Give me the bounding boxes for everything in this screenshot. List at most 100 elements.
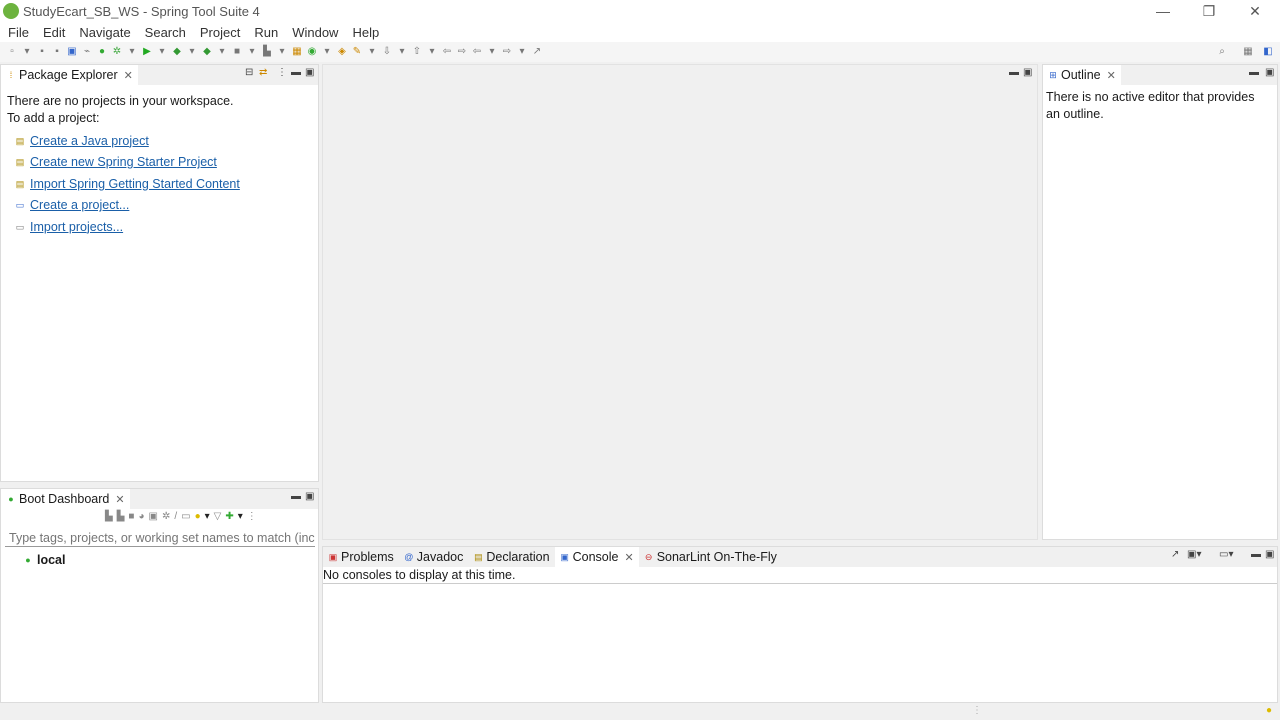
tab-boot-dashboard[interactable]: ● Boot Dashboard ✕: [1, 489, 130, 509]
dropdown-icon[interactable]: ▾: [276, 46, 288, 58]
console-icon[interactable]: ▣: [149, 511, 158, 522]
tab-package-explorer[interactable]: ⁞ Package Explorer ✕: [1, 65, 138, 85]
dropdown-icon[interactable]: ▾: [238, 511, 243, 522]
menu-search[interactable]: Search: [145, 25, 186, 40]
view-menu-icon[interactable]: ⋮: [277, 67, 287, 78]
filter-input[interactable]: [5, 529, 315, 547]
open-perspective-icon[interactable]: ▦: [1242, 46, 1254, 58]
open-browser-icon[interactable]: ◕: [138, 511, 144, 522]
maximize-icon[interactable]: ▣: [1265, 549, 1274, 560]
minimize-icon[interactable]: ▬: [291, 67, 301, 78]
menu-run[interactable]: Run: [254, 25, 278, 40]
external-tools-icon[interactable]: ◆: [201, 46, 213, 58]
save-icon[interactable]: ▪: [36, 46, 48, 58]
tab-outline[interactable]: ⊞ Outline ✕: [1043, 65, 1121, 85]
pin-editor-icon[interactable]: ↗: [531, 46, 543, 58]
open-type-icon[interactable]: ◈: [336, 46, 348, 58]
search-tool-icon[interactable]: ✎: [351, 46, 363, 58]
dropdown-icon[interactable]: ▾: [21, 46, 33, 58]
search-icon[interactable]: ⌕: [1216, 46, 1228, 58]
bulb-icon[interactable]: ●: [195, 511, 201, 522]
create-java-project-link[interactable]: Create a Java project: [30, 134, 149, 148]
dropdown-icon[interactable]: ▾: [156, 46, 168, 58]
collapse-all-icon[interactable]: ⊟: [245, 67, 253, 78]
maximize-icon[interactable]: ▣: [305, 491, 314, 502]
new-class-icon[interactable]: ◉: [306, 46, 318, 58]
back-icon[interactable]: ⇦: [471, 46, 483, 58]
tab-sonarlint[interactable]: ⊖SonarLint On-The-Fly: [639, 547, 782, 567]
tab-console[interactable]: ▣Console✕: [555, 547, 639, 567]
save-all-icon[interactable]: ▪: [51, 46, 63, 58]
properties-icon[interactable]: ✲: [162, 511, 170, 522]
next-edit-icon[interactable]: ⇨: [456, 46, 468, 58]
menu-edit[interactable]: Edit: [43, 25, 65, 40]
local-target[interactable]: ● local: [23, 553, 66, 567]
open-console-icon[interactable]: ▭▾: [1219, 549, 1233, 560]
boot-icon[interactable]: ●: [96, 46, 108, 58]
maximize-icon[interactable]: ▣: [305, 67, 314, 78]
dropdown-icon[interactable]: ▾: [516, 46, 528, 58]
menu-file[interactable]: File: [8, 25, 29, 40]
dropdown-icon[interactable]: ▾: [186, 46, 198, 58]
maximize-icon[interactable]: ▣: [1023, 67, 1032, 78]
create-project-link[interactable]: Create a project...: [30, 198, 129, 212]
edit-icon[interactable]: /: [174, 511, 177, 522]
tab-declaration[interactable]: ▤Declaration: [468, 547, 554, 567]
view-menu-icon[interactable]: ⋮: [247, 511, 257, 522]
tab-problems[interactable]: ▣Problems: [323, 547, 399, 567]
import-projects-link[interactable]: Import projects...: [30, 220, 123, 234]
start-icon[interactable]: ▙: [105, 511, 113, 522]
menu-window[interactable]: Window: [292, 25, 338, 40]
dropdown-icon[interactable]: ▾: [486, 46, 498, 58]
close-button[interactable]: ✕: [1232, 0, 1278, 22]
prev-annotation-icon[interactable]: ⇧: [411, 46, 423, 58]
debug-icon[interactable]: ✲: [111, 46, 123, 58]
minimize-icon[interactable]: ▬: [291, 491, 301, 502]
display-console-icon[interactable]: ▣▾: [1187, 549, 1201, 560]
stop-icon[interactable]: ■: [231, 46, 243, 58]
dropdown-icon[interactable]: ▾: [426, 46, 438, 58]
dropdown-icon[interactable]: ▾: [321, 46, 333, 58]
menu-navigate[interactable]: Navigate: [79, 25, 130, 40]
add-icon[interactable]: ✚: [225, 511, 233, 522]
close-icon[interactable]: ✕: [124, 69, 133, 82]
server-icon[interactable]: ▙: [261, 46, 273, 58]
skip-breakpoints-icon[interactable]: ⌁: [81, 46, 93, 58]
minimize-icon[interactable]: ▬: [1251, 549, 1261, 560]
tip-bulb-icon[interactable]: ●: [1266, 705, 1272, 716]
coverage-icon[interactable]: ◆: [171, 46, 183, 58]
tab-javadoc[interactable]: @Javadoc: [399, 547, 469, 567]
dropdown-icon[interactable]: ▾: [246, 46, 258, 58]
menu-help[interactable]: Help: [352, 25, 379, 40]
new-package-icon[interactable]: ▦: [291, 46, 303, 58]
dropdown-icon[interactable]: ▾: [216, 46, 228, 58]
menu-project[interactable]: Project: [200, 25, 240, 40]
dropdown-icon[interactable]: ▾: [396, 46, 408, 58]
new-icon[interactable]: ▫: [6, 46, 18, 58]
import-spring-content-link[interactable]: Import Spring Getting Started Content: [30, 177, 240, 191]
run-icon[interactable]: ▶: [141, 46, 153, 58]
dropdown-icon[interactable]: ▾: [126, 46, 138, 58]
window-icon[interactable]: ▭: [181, 511, 190, 522]
debug-icon[interactable]: ▙: [117, 511, 125, 522]
terminal-icon[interactable]: ▣: [66, 46, 78, 58]
forward-icon[interactable]: ⇨: [501, 46, 513, 58]
minimize-button[interactable]: —: [1140, 0, 1186, 22]
java-perspective-icon[interactable]: ◧: [1262, 46, 1274, 58]
link-editor-icon[interactable]: ⇄: [259, 67, 267, 78]
minimize-icon[interactable]: ▬: [1249, 67, 1259, 78]
stop-icon[interactable]: ■: [128, 511, 134, 522]
maximize-icon[interactable]: ▣: [1265, 67, 1274, 78]
filter-icon[interactable]: ▽: [214, 511, 222, 522]
pin-console-icon[interactable]: ↗: [1171, 549, 1179, 560]
last-edit-icon[interactable]: ⇦: [441, 46, 453, 58]
restore-button[interactable]: ❐: [1186, 0, 1232, 22]
close-icon[interactable]: ✕: [1107, 69, 1116, 82]
next-annotation-icon[interactable]: ⇩: [381, 46, 393, 58]
close-icon[interactable]: ✕: [624, 551, 633, 564]
create-spring-starter-link[interactable]: Create new Spring Starter Project: [30, 155, 217, 169]
close-icon[interactable]: ✕: [115, 493, 124, 506]
dropdown-icon[interactable]: ▾: [366, 46, 378, 58]
dropdown-icon[interactable]: ▾: [205, 511, 210, 522]
minimize-icon[interactable]: ▬: [1009, 67, 1019, 78]
